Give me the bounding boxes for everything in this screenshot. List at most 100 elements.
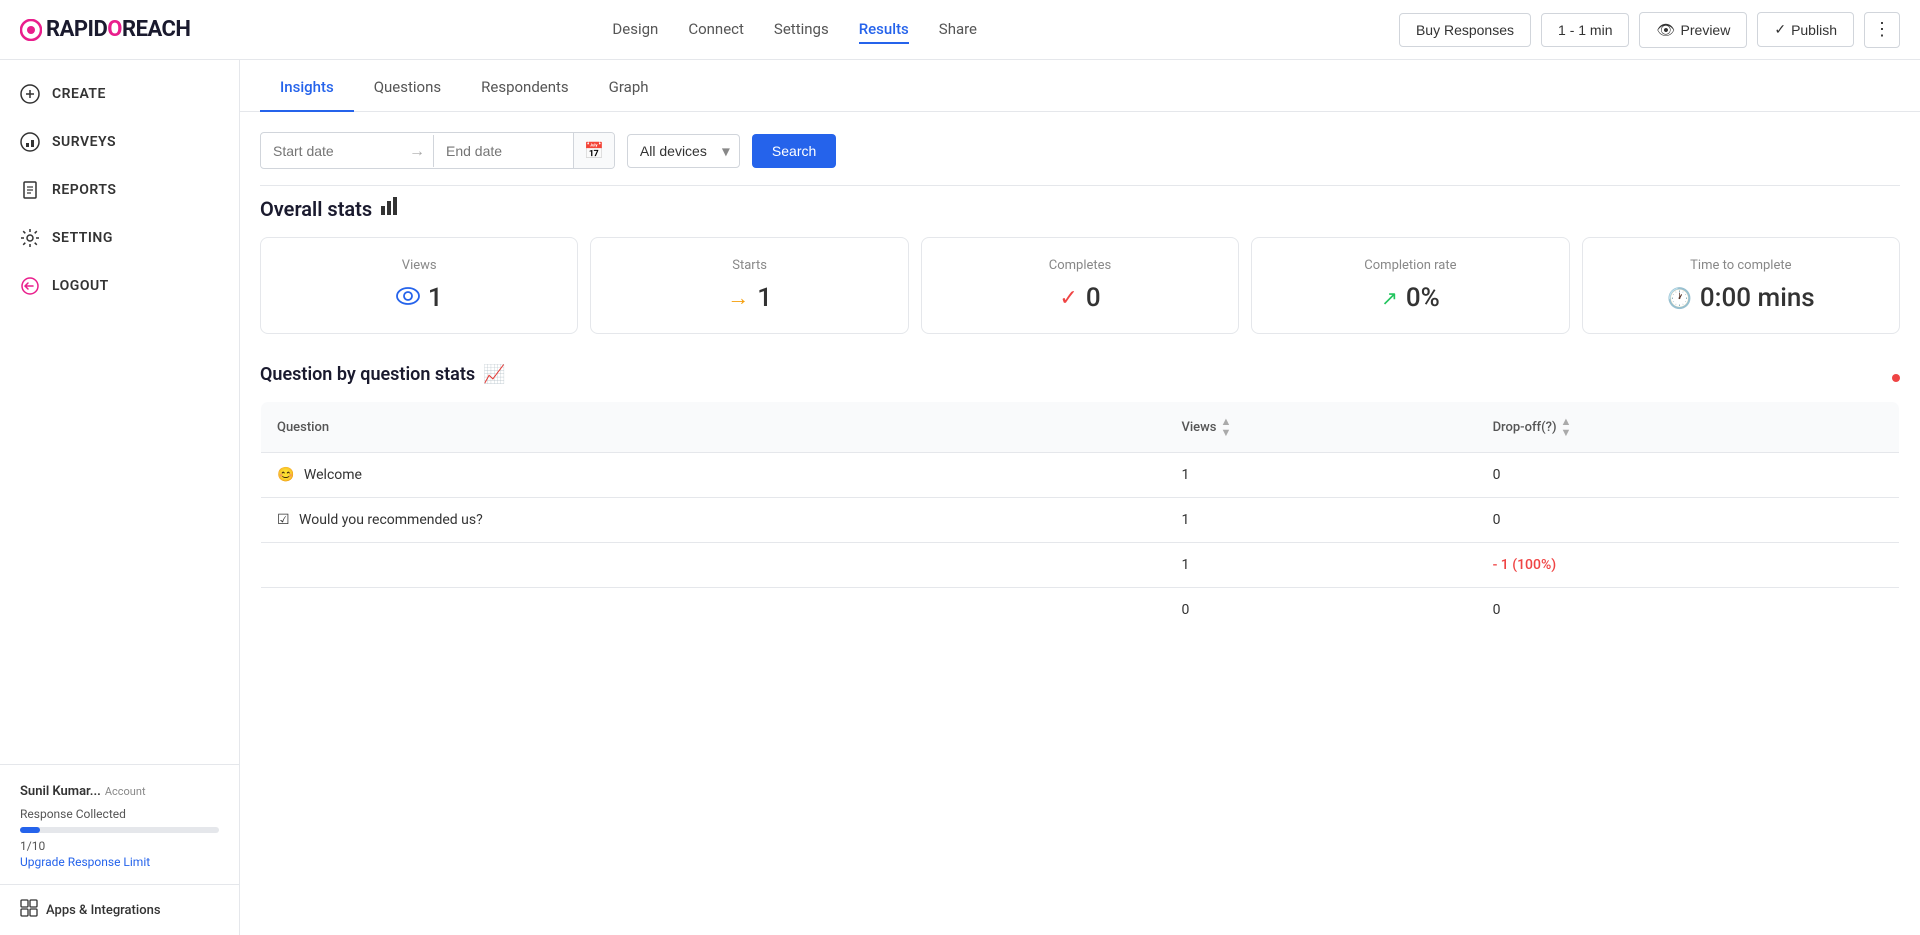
th-views[interactable]: Views ▲▼ [1165, 402, 1476, 453]
smiley-icon: 😊 [277, 467, 294, 483]
file-list-icon [20, 180, 40, 200]
nav-settings[interactable]: Settings [774, 16, 829, 44]
stat-label-completes: Completes [1049, 258, 1112, 273]
stat-value-time-complete: 🕐 0:00 mins [1667, 283, 1815, 313]
header-actions: Buy Responses 1 - 1 min 👁 Preview ✓ Publ… [1399, 12, 1900, 48]
end-date-input[interactable] [433, 135, 573, 167]
td-views-row4: 0 [1165, 588, 1476, 633]
stat-label-time-complete: Time to complete [1690, 258, 1791, 273]
td-views-row3: 1 [1165, 543, 1476, 588]
arrow-right-icon: → [727, 285, 749, 311]
upgrade-link[interactable]: Upgrade Response Limit [20, 855, 219, 869]
stat-value-completion-rate: ↗ 0% [1381, 283, 1440, 313]
stat-label-completion-rate: Completion rate [1364, 258, 1456, 273]
td-dropoff-row3: - 1 (100%) [1477, 543, 1900, 588]
checkmark-icon: ✓ [1059, 286, 1077, 311]
stat-card-starts: Starts → 1 [590, 237, 908, 334]
publish-button[interactable]: ✓ Publish [1757, 12, 1854, 47]
sidebar-item-setting[interactable]: SETTING [0, 214, 239, 262]
calendar-icon[interactable]: 📅 [573, 133, 614, 168]
question-stats-header: Question by question stats 📈 [260, 354, 1900, 401]
time-range-button[interactable]: 1 - 1 min [1541, 13, 1629, 47]
plus-circle-icon [20, 84, 40, 104]
stat-card-completes: Completes ✓ 0 [921, 237, 1239, 334]
eye-preview-icon: 👁 [1656, 21, 1675, 39]
clock-icon: 🕐 [1667, 286, 1692, 310]
logo-icon [20, 19, 42, 41]
header: RAPIDOREACH Design Connect Settings Resu… [0, 0, 1920, 60]
date-arrow-icon: → [401, 141, 433, 161]
question-stats-title: Question by question stats 📈 [260, 354, 506, 401]
bar-chart-icon [380, 196, 402, 221]
td-question-recommend: ☑ Would you recommended us? [261, 498, 1166, 543]
nav-results[interactable]: Results [859, 16, 909, 44]
stat-value-starts: → 1 [727, 283, 772, 313]
tab-graph[interactable]: Graph [589, 60, 669, 112]
nav-connect[interactable]: Connect [688, 16, 744, 44]
sidebar-item-create[interactable]: CREATE [0, 70, 239, 118]
table-row: ☑ Would you recommended us? 1 0 [261, 498, 1900, 543]
eye-icon [396, 286, 420, 311]
stat-value-completes: ✓ 0 [1059, 283, 1100, 313]
sidebar-item-surveys[interactable]: SURVEYS [0, 118, 239, 166]
progress-text: 1/10 [20, 839, 219, 853]
th-question: Question [261, 402, 1166, 453]
main-layout: CREATE SURVEYS REPORTS SET [0, 60, 1920, 935]
logo-reach: REACH [122, 17, 191, 42]
user-name: Sunil Kumar... [20, 784, 101, 799]
buy-responses-button[interactable]: Buy Responses [1399, 13, 1531, 47]
logout-icon [20, 276, 40, 296]
table-row: 😊 Welcome 1 0 [261, 453, 1900, 498]
question-table: Question Views ▲▼ [260, 401, 1900, 633]
table-row: 1 - 1 (100%) [261, 543, 1900, 588]
device-selector-wrapper: All devices Desktop Mobile Tablet [627, 134, 740, 168]
sort-dropoff-icon: ▲▼ [1561, 416, 1572, 438]
question-table-body: 😊 Welcome 1 0 ☑ Would you recommended us… [261, 453, 1900, 633]
logo-text: RAPIDOREACH [46, 17, 190, 42]
sidebar-apps-integrations[interactable]: Apps & Integrations [0, 884, 239, 935]
date-range: → 📅 [260, 132, 615, 169]
td-views-welcome: 1 [1165, 453, 1476, 498]
tab-questions[interactable]: Questions [354, 60, 461, 112]
stat-label-starts: Starts [732, 258, 767, 273]
td-question-row4 [261, 588, 1166, 633]
logo: RAPIDOREACH [20, 17, 190, 42]
gear-icon [20, 228, 40, 248]
checkbox-icon: ☑ [277, 512, 290, 528]
red-dot-indicator [1892, 374, 1900, 382]
nav-design[interactable]: Design [612, 16, 658, 44]
stat-card-time-complete: Time to complete 🕐 0:00 mins [1582, 237, 1900, 334]
sidebar-item-logout[interactable]: LOGOUT [0, 262, 239, 310]
th-dropoff[interactable]: Drop-off(?) ▲▼ [1477, 402, 1900, 453]
nav-share[interactable]: Share [939, 16, 977, 44]
check-publish-icon: ✓ [1774, 21, 1786, 38]
overall-stats-title: Overall stats [240, 186, 1920, 237]
progress-bar-container [20, 827, 219, 833]
stat-label-views: Views [402, 258, 437, 273]
more-button[interactable]: ⋮ [1864, 12, 1900, 48]
preview-button[interactable]: 👁 Preview [1639, 12, 1747, 48]
search-button[interactable]: Search [752, 134, 836, 168]
sub-tabs-bar: Insights Questions Respondents Graph [240, 60, 1920, 112]
apps-icon [20, 899, 38, 921]
sidebar: CREATE SURVEYS REPORTS SET [0, 60, 240, 935]
stat-cards: Views 1 Starts → 1 [240, 237, 1920, 354]
main-content: Insights Questions Respondents Graph → 📅… [240, 60, 1920, 935]
td-views-recommend: 1 [1165, 498, 1476, 543]
progress-bar-fill [20, 827, 40, 833]
app-container: RAPIDOREACH Design Connect Settings Resu… [0, 0, 1920, 935]
overall-stats-section: Overall stats Views 1 [240, 186, 1920, 354]
stat-value-views: 1 [396, 283, 443, 313]
sidebar-item-reports[interactable]: REPORTS [0, 166, 239, 214]
tab-insights[interactable]: Insights [260, 60, 354, 112]
response-label: Response Collected [20, 807, 219, 821]
tab-respondents[interactable]: Respondents [461, 60, 589, 112]
main-nav: Design Connect Settings Results Share [612, 16, 977, 44]
start-date-input[interactable] [261, 135, 401, 167]
td-dropoff-welcome: 0 [1477, 453, 1900, 498]
trend-up-icon: ↗ [1381, 286, 1398, 310]
table-header-row: Question Views ▲▼ [261, 402, 1900, 453]
sidebar-footer: Sunil Kumar... Account Response Collecte… [0, 764, 239, 884]
td-question-row3 [261, 543, 1166, 588]
device-select[interactable]: All devices Desktop Mobile Tablet [627, 134, 740, 168]
